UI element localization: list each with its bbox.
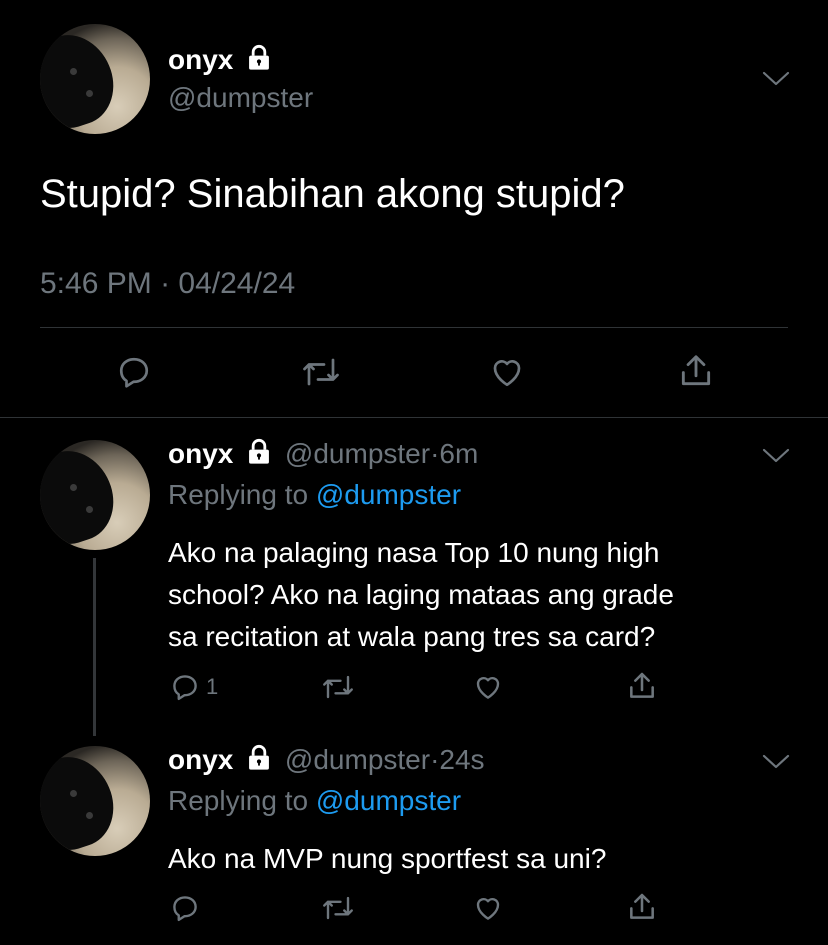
- tweet-text-line: sa recitation at wala pang tres sa card?: [168, 621, 656, 652]
- like-button[interactable]: [472, 893, 504, 923]
- display-name[interactable]: onyx: [168, 44, 273, 79]
- share-button[interactable]: [677, 352, 715, 390]
- share-button[interactable]: [626, 670, 658, 702]
- tweet-age[interactable]: 6m: [439, 438, 478, 469]
- handle[interactable]: @dumpster: [285, 438, 430, 469]
- retweet-icon: [323, 896, 353, 920]
- separator-dot: ·: [430, 438, 440, 469]
- chevron-down-icon[interactable]: [762, 754, 790, 770]
- lock-icon: [245, 44, 273, 79]
- tweet-age[interactable]: 24s: [439, 744, 484, 775]
- tweet-text-line: Ako na MVP nung sportfest sa uni?: [168, 843, 607, 874]
- reply-button[interactable]: 1: [170, 672, 218, 702]
- like-button[interactable]: [488, 354, 526, 390]
- retweet-icon: [303, 358, 339, 386]
- retweet-button[interactable]: [320, 893, 356, 923]
- retweet-button[interactable]: [300, 354, 342, 390]
- reply-button[interactable]: [116, 354, 152, 390]
- tweet-text: Ako na MVP nung sportfest sa uni?: [168, 838, 606, 880]
- lock-icon: [245, 744, 273, 779]
- display-name-text[interactable]: onyx: [168, 44, 233, 75]
- divider: [40, 327, 788, 328]
- thread-line: [93, 558, 96, 736]
- avatar[interactable]: [40, 746, 150, 856]
- share-icon: [630, 893, 654, 919]
- reply-icon: [173, 675, 197, 701]
- chevron-down-icon[interactable]: [762, 448, 790, 464]
- share-icon: [681, 355, 711, 386]
- avatar[interactable]: [40, 24, 150, 134]
- replying-to-link[interactable]: @dumpster: [316, 479, 461, 510]
- display-name[interactable]: onyx: [168, 438, 233, 469]
- avatar[interactable]: [40, 440, 150, 550]
- tweet-text: Ako na palaging nasa Top 10 nung high sc…: [168, 532, 674, 658]
- reply-count: 1: [206, 674, 219, 699]
- replying-to: Replying to @dumpster: [168, 785, 461, 817]
- retweet-button[interactable]: [320, 672, 356, 702]
- display-name[interactable]: onyx: [168, 744, 233, 775]
- reply-button[interactable]: [170, 893, 200, 923]
- tweet-date: 04/24/24: [178, 267, 296, 300]
- chevron-down-icon[interactable]: [762, 71, 790, 87]
- retweet-icon: [323, 675, 353, 699]
- handle[interactable]: @dumpster: [285, 744, 430, 775]
- replying-to-label: Replying to: [168, 785, 309, 816]
- divider: [0, 417, 828, 418]
- replying-to-link[interactable]: @dumpster: [316, 785, 461, 816]
- heart-icon: [476, 897, 500, 920]
- share-button[interactable]: [626, 891, 658, 923]
- replying-to: Replying to @dumpster: [168, 479, 461, 511]
- share-icon: [630, 672, 654, 698]
- reply-icon: [173, 896, 197, 922]
- lock-icon: [245, 438, 273, 473]
- separator-dot: ·: [430, 744, 440, 775]
- replying-to-label: Replying to: [168, 479, 309, 510]
- reply-header: onyx @dumpster·6m: [168, 438, 478, 473]
- tweet-time: 5:46 PM: [40, 267, 152, 300]
- tweet-timestamp: 5:46 PM · 04/24/24: [40, 267, 295, 301]
- tweet-text-line: Ako na palaging nasa Top 10 nung high: [168, 537, 660, 568]
- tweet-text-line: school? Ako na laging mataas ang grade: [168, 579, 674, 610]
- reply-header: onyx @dumpster·24s: [168, 744, 485, 779]
- heart-icon: [493, 360, 521, 387]
- separator-dot: ·: [160, 267, 179, 300]
- handle[interactable]: @dumpster: [168, 82, 313, 114]
- tweet-text: Stupid? Sinabihan akong stupid?: [40, 172, 625, 216]
- reply-icon: [119, 357, 149, 388]
- heart-icon: [476, 676, 500, 699]
- like-button[interactable]: [472, 672, 504, 702]
